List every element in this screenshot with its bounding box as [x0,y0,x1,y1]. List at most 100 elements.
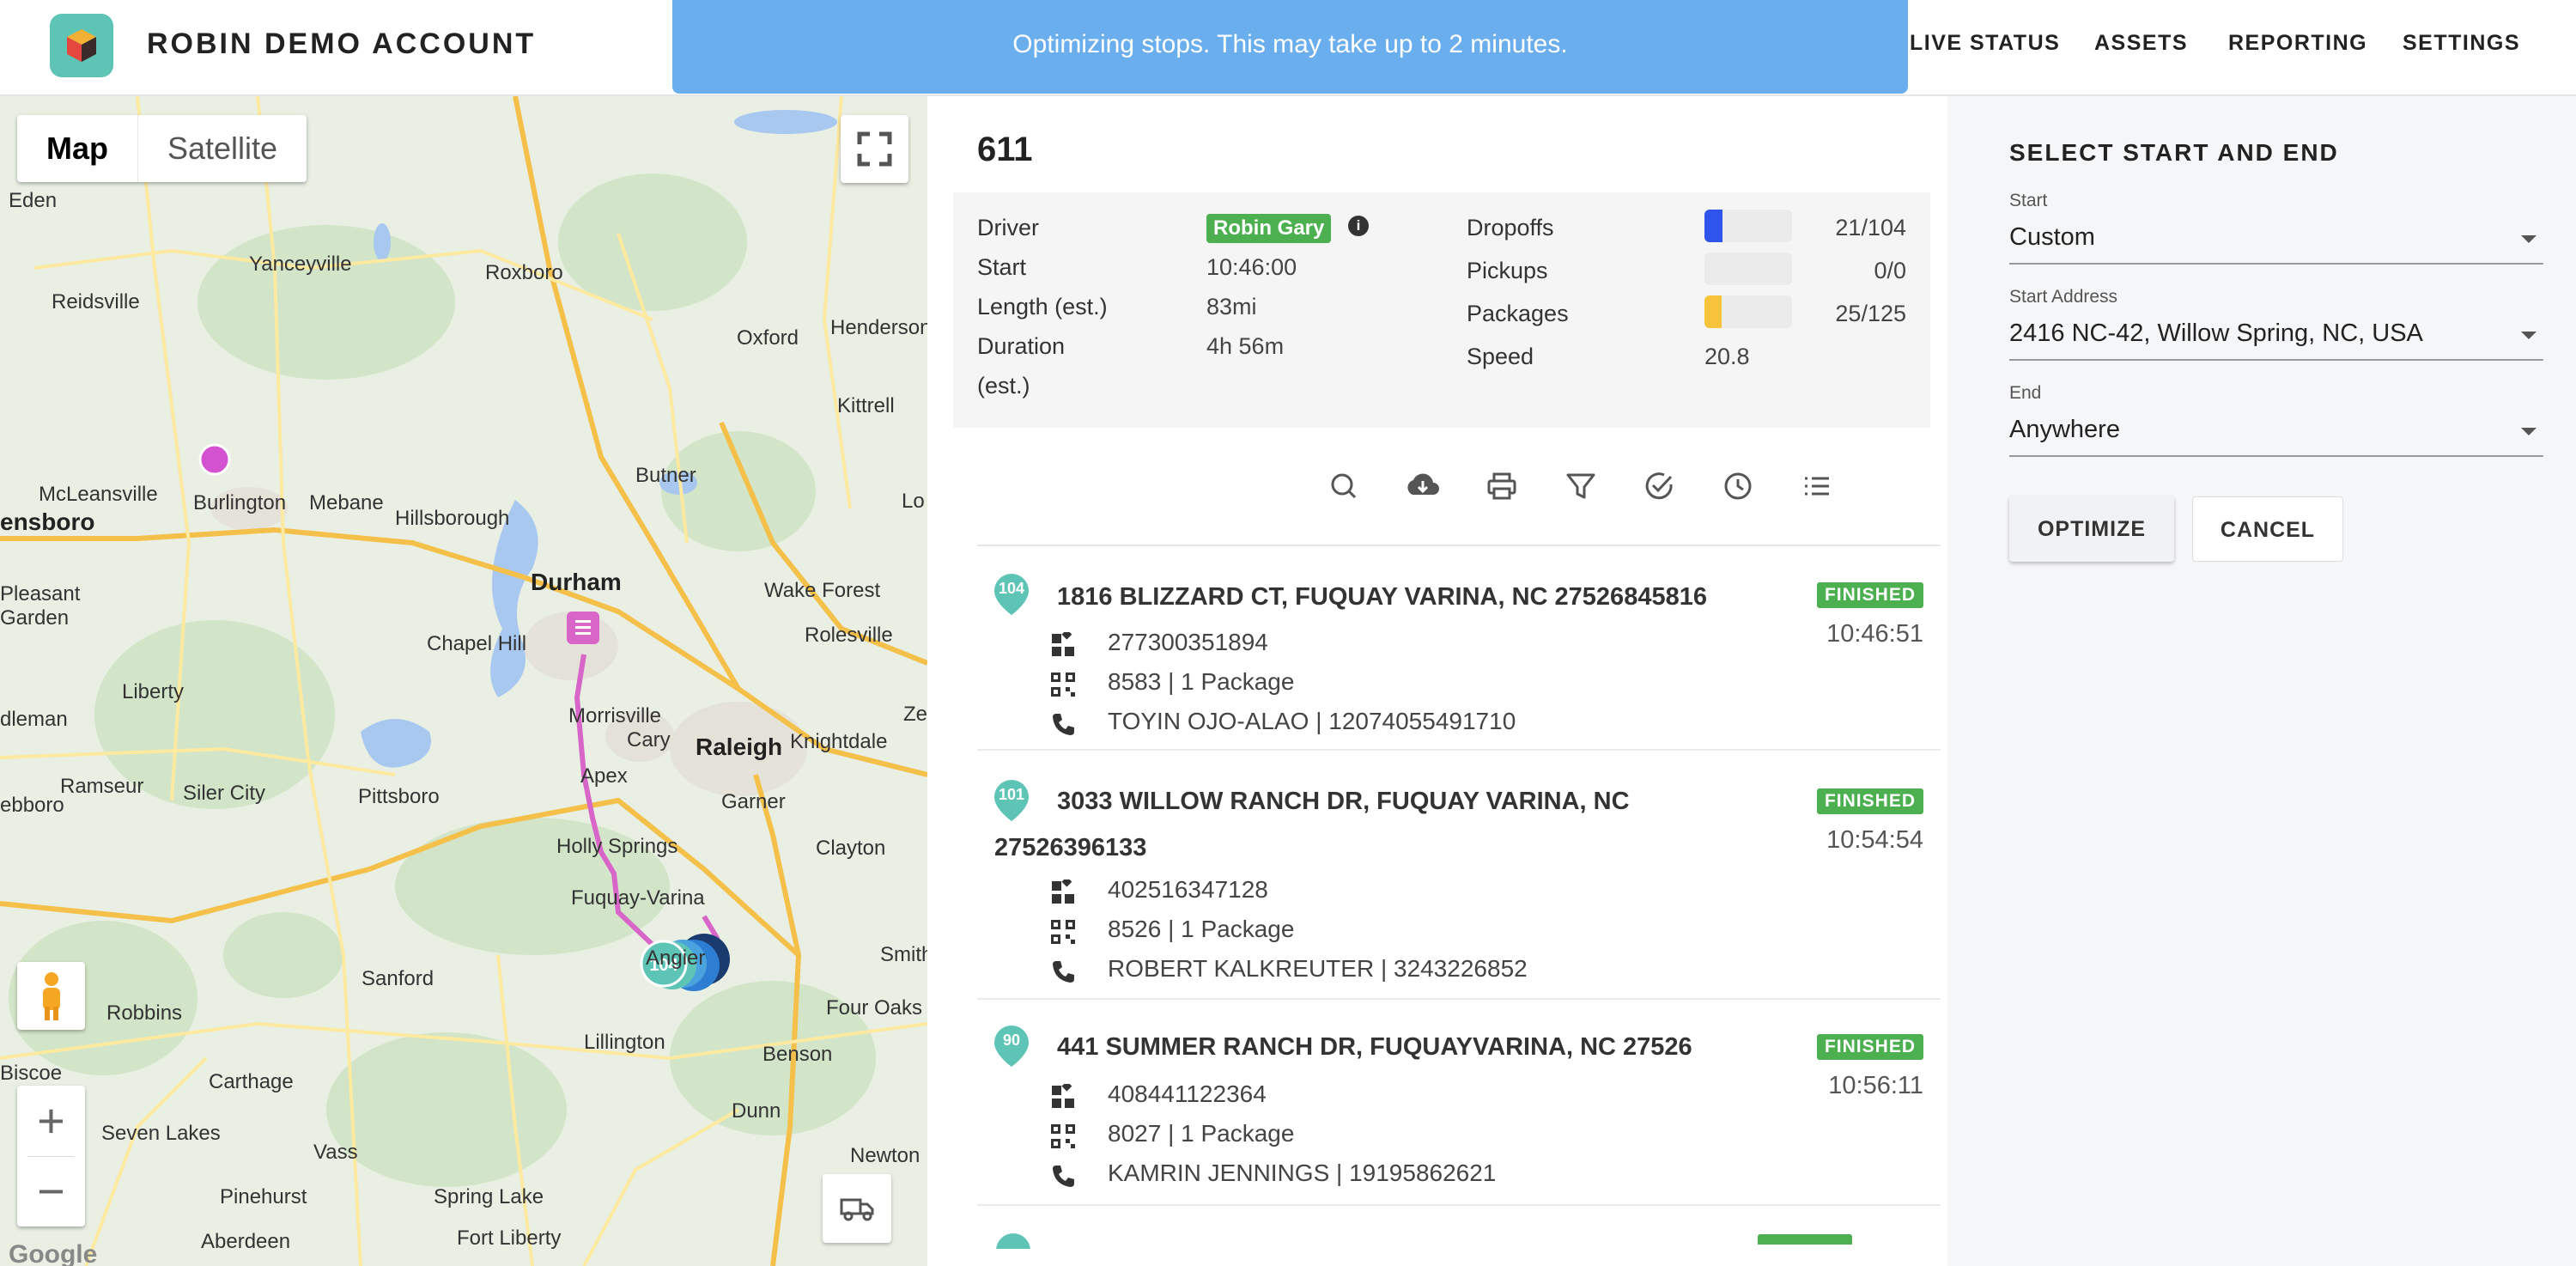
driver-badge[interactable]: Robin Gary [1206,214,1332,243]
pickups-progress-bar [1704,253,1792,285]
stop-packages: 8526 | 1 Package [1108,916,1295,942]
optimize-button[interactable]: OPTIMIZE [2009,496,2174,562]
map-place-label: Seven Lakes [101,1122,221,1145]
stop-contact: ROBERT KALKREUTER | 3243226852 [1108,955,1528,982]
check-circle-icon[interactable] [1638,466,1680,507]
qr-code-icon [1051,673,1075,697]
dropoffs-progress-fill [1704,210,1722,242]
map-place-label: Liberty [122,680,185,703]
chevron-down-icon [2521,332,2537,339]
map-place-label: Benson [762,1043,833,1066]
stop-address[interactable]: 441 SUMMER RANCH DR, FUQUAYVARINA, NC 27… [1057,1024,1692,1070]
speed-label: Speed [1467,344,1534,369]
fullscreen-button[interactable] [841,115,908,183]
map-place-label: Rolesville [805,624,893,647]
speed-value: 20.8 [1704,344,1750,369]
driver-label: Driver [977,215,1039,240]
map-place-label: Morrisville [568,704,661,727]
stop-contact: TOYIN OJO-ALAO | 12074055491710 [1108,708,1516,734]
map-place-label: McLeansville [39,483,158,506]
nav-assets[interactable]: ASSETS [2094,31,2188,56]
map-place-label: Burlington [193,491,287,514]
barcode-blocks-icon [1052,632,1074,656]
map-place-label: Hillsborough [395,507,510,530]
map-place-label: Reidsville [52,290,140,313]
nav-settings[interactable]: SETTINGS [2403,31,2520,56]
map-pin-icon [996,1233,1030,1249]
map-place-label: Knightdale [790,730,888,753]
map-place-label: Biscoe [0,1062,63,1085]
map-place-label: Aberdeen [201,1230,291,1253]
stop-id: 277300351894 [1108,629,1268,655]
chevron-down-icon [2521,235,2537,243]
dropoffs-progress-bar [1704,210,1792,242]
route-map[interactable]: 104 Eden Yanceyville Roxboro Reidsville … [0,96,927,1266]
route-panel: 611 Driver Robin Gary i Start 10:46:00 L… [927,96,1947,1266]
duration-label: Duration [977,333,1066,359]
qr-code-icon [1051,1124,1075,1148]
stop-item[interactable]: 101 3033 WILLOW RANCH DR, FUQUAY VARINA,… [977,752,1941,1000]
start-select[interactable]: Custom [2009,216,2543,265]
map-place-label: Four Oaks [826,996,923,1019]
map-place-label: Ramseur [60,775,144,798]
map-place-label: dleman [0,708,68,731]
map-place-label: Oxford [737,326,799,350]
packages-progress-fill [1704,295,1722,328]
vehicle-button[interactable] [823,1174,891,1243]
zoom-out-button[interactable]: − [17,1156,85,1226]
map-place-label: Durham [531,569,622,595]
status-badge: FINISHED [1816,788,1923,814]
map-place-label: Henderson [830,316,927,339]
fullscreen-icon [857,131,892,167]
map-place-label: Carthage [209,1070,294,1093]
map-place-label: Lillington [584,1031,665,1054]
map-place-label: Garden [0,606,70,630]
map-type-map[interactable]: Map [17,115,137,182]
zoom-in-button[interactable]: + [17,1086,85,1156]
stop-item[interactable]: 104 1816 BLIZZARD CT, FUQUAY VARINA, NC … [977,546,1941,751]
nav-live-status[interactable]: LIVE STATUS [1910,31,2060,56]
filter-icon[interactable] [1560,466,1601,507]
map-place-label: Roxboro [485,261,563,284]
cancel-button[interactable]: CANCEL [2192,496,2343,562]
start-end-panel: SELECT START AND END Start Custom Start … [1947,96,2576,1266]
status-badge: FINISHED [1816,1034,1923,1060]
print-icon[interactable] [1481,466,1522,507]
map-type-satellite[interactable]: Satellite [137,115,307,182]
end-select[interactable]: Anywhere [2009,409,2543,457]
map-place-label: Lo [902,490,925,513]
stop-packages: 8027 | 1 Package [1108,1120,1295,1147]
nav-reporting[interactable]: REPORTING [2228,31,2367,56]
stop-pin: 90 [993,1024,1030,1068]
dropoffs-count: 21/104 [1835,215,1906,240]
cloud-download-icon[interactable] [1402,466,1443,507]
start-address-select[interactable]: 2416 NC-42, Willow Spring, NC, USA [2009,313,2543,361]
app-logo[interactable] [50,14,113,77]
list-icon[interactable] [1796,466,1838,507]
search-icon[interactable] [1323,466,1364,507]
stop-address[interactable]: 3033 WILLOW RANCH DR, FUQUAY VARINA, NC … [994,778,1698,871]
stop-pin-partial [994,1232,1032,1249]
map-place-label: Holly Springs [556,835,678,858]
map-type-control: Map Satellite [17,115,307,182]
info-icon[interactable]: i [1348,216,1369,236]
map-place-label: Clayton [816,837,886,860]
stop-item[interactable]: 90 441 SUMMER RANCH DR, FUQUAYVARINA, NC… [977,1001,1941,1206]
map-place-label: Spring Lake [434,1185,544,1208]
map-place-label: Chapel Hill [427,632,527,655]
street-view-pegman[interactable] [17,962,85,1030]
start-address-label: Start Address [2009,287,2118,307]
route-title: 611 [977,131,1033,168]
start-address-value: 2416 NC-42, Willow Spring, NC, USA [2009,320,2423,347]
stop-number: 90 [1002,1032,1021,1049]
duration-value: 4h 56m [1206,333,1285,359]
clock-icon[interactable] [1717,466,1759,507]
phone-icon [1053,961,1074,983]
map-place-label: Robbins [106,1001,183,1025]
chevron-down-icon [2521,428,2537,435]
stop-address[interactable]: 1816 BLIZZARD CT, FUQUAY VARINA, NC 2752… [1057,574,1707,620]
packages-progress-bar [1704,295,1792,328]
length-value: 83mi [1206,294,1257,320]
status-badge-partial [1758,1234,1852,1245]
status-badge: FINISHED [1816,582,1923,608]
